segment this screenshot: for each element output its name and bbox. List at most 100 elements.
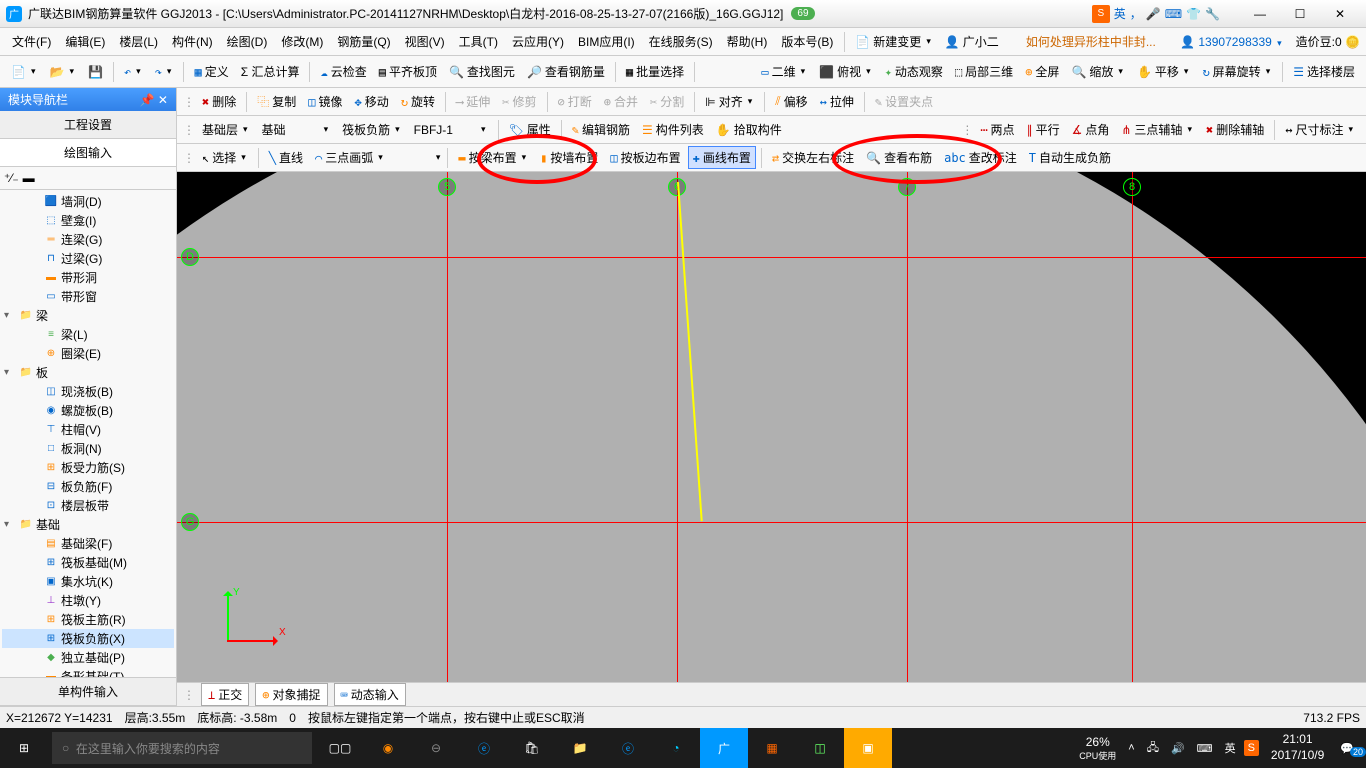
ime-logo-icon[interactable]: S [1092, 5, 1110, 23]
minimize-button[interactable]: — [1240, 2, 1280, 26]
tree-item-3[interactable]: ⊓过梁(G) [2, 249, 174, 268]
pin-icon[interactable]: 📌 ✕ [140, 93, 168, 107]
tree-item-5[interactable]: ▭带形窗 [2, 287, 174, 306]
three-axis-button[interactable]: ⋔三点辅轴▾ [1116, 118, 1199, 141]
tree-item-17[interactable]: ▾📁基础 [2, 515, 174, 534]
delete-axis-button[interactable]: ✖删除辅轴 [1201, 118, 1269, 141]
tab-single-component[interactable]: 单构件输入 [0, 678, 176, 706]
subcategory-select[interactable]: 筏板负筋 ▾ [337, 118, 407, 141]
properties-button[interactable]: 🏷属性 [504, 118, 556, 141]
menu-help[interactable]: 帮助(H) [721, 30, 774, 53]
owner-button[interactable]: 👤广小二 [940, 30, 1004, 53]
tree-item-20[interactable]: ▣集水坑(K) [2, 572, 174, 591]
volume-icon[interactable]: 🔊 [1167, 742, 1189, 755]
undo-button[interactable]: ↶▾ [119, 62, 148, 82]
app3-icon[interactable]: ◔ [652, 728, 700, 768]
find-element-button[interactable]: 🔍查找图元 [444, 60, 520, 83]
dynamic-view-button[interactable]: ✦动态观察 [880, 60, 948, 83]
store-icon[interactable]: 🛍 [508, 728, 556, 768]
app6-icon[interactable]: ▣ [844, 728, 892, 768]
menu-edit[interactable]: 编辑(E) [59, 30, 111, 53]
extend-button[interactable]: ⟶延伸 [451, 90, 495, 113]
tree-item-18[interactable]: ▤基础梁(F) [2, 534, 174, 553]
mic-icon[interactable]: 🎤 [1146, 7, 1161, 21]
user-button[interactable]: 👤 13907298339 ▾ [1180, 35, 1284, 49]
notifications-icon[interactable]: 💬20 [1336, 742, 1358, 755]
by-edge-button[interactable]: ◫按板边布置 [605, 146, 685, 169]
offset-button[interactable]: ⫽偏移 [770, 90, 812, 113]
set-grip-button[interactable]: ✎设置夹点 [870, 90, 938, 113]
menu-cloud[interactable]: 云应用(Y) [506, 30, 570, 53]
dimension-button[interactable]: ↔尺寸标注▾ [1280, 118, 1360, 141]
menu-bim[interactable]: BIM应用(I) [572, 30, 641, 53]
tree-item-23[interactable]: ⊞筏板负筋(X) [2, 629, 174, 648]
view-2d-button[interactable]: ▭二维▾ [756, 60, 812, 83]
select-floor-button[interactable]: ☰选择楼层 [1288, 60, 1360, 83]
tab-project-settings[interactable]: 工程设置 [0, 111, 176, 139]
merge-button[interactable]: ⊕合并 [599, 90, 643, 113]
by-wall-button[interactable]: ▮按墙布置 [535, 146, 603, 169]
kbd-icon[interactable]: ⌨ [1165, 7, 1182, 21]
cpu-meter[interactable]: 26% CPU使用 [1075, 735, 1120, 762]
new-change-button[interactable]: 📄新建变更▾ [850, 30, 938, 53]
tab-draw-input[interactable]: 绘图输入 [0, 139, 176, 167]
menu-floor[interactable]: 楼层(L) [113, 30, 164, 53]
ime-tray[interactable]: 英 [1221, 740, 1240, 756]
top-view-button[interactable]: ⬛俯视▾ [814, 60, 878, 83]
tree-item-1[interactable]: ⬚壁龛(I) [2, 211, 174, 230]
tree-item-8[interactable]: ⊕圈梁(E) [2, 344, 174, 363]
app5-icon[interactable]: ◫ [796, 728, 844, 768]
glodon-app-icon[interactable]: 广 [700, 728, 748, 768]
tree-item-16[interactable]: ⊡楼层板带 [2, 496, 174, 515]
tree-item-10[interactable]: ◫现浇板(B) [2, 382, 174, 401]
ime-comma-icon[interactable]: ， [1130, 5, 1142, 22]
view-rebar-button[interactable]: 🔎查看钢筋量 [522, 60, 610, 83]
add-icon[interactable]: ⁺⁄₋ [4, 171, 19, 185]
draw-line-layout-button[interactable]: ✚画线布置 [688, 146, 756, 169]
edit-rebar-button[interactable]: ✎编辑钢筋 [567, 118, 635, 141]
pan-button[interactable]: ✋平移▾ [1132, 60, 1196, 83]
tree-item-12[interactable]: ⊤柱帽(V) [2, 420, 174, 439]
clock[interactable]: 21:01 2017/10/9 [1263, 732, 1332, 763]
by-beam-button[interactable]: ▬按梁布置▾ [453, 146, 533, 169]
parallel-button[interactable]: ∥平行 [1022, 118, 1065, 141]
edit-dimension-button[interactable]: abc查改标注 [939, 146, 1022, 169]
delete-button[interactable]: ✖删除 [197, 90, 241, 113]
skin-icon[interactable]: 👕 [1186, 7, 1201, 21]
menu-draw[interactable]: 绘图(D) [221, 30, 274, 53]
new-file-button[interactable]: 📄▾ [6, 62, 42, 82]
floor-select[interactable]: 基础层 ▾ [197, 118, 255, 141]
line-tool[interactable]: ╲直线 [264, 146, 308, 169]
align-button[interactable]: ⊫对齐▾ [700, 90, 759, 113]
cortana-search[interactable]: ○ 在这里输入你要搜索的内容 [52, 732, 312, 764]
component-list-button[interactable]: ☰构件列表 [637, 118, 709, 141]
cloud-check-button[interactable]: ☁云检查 [315, 60, 371, 83]
wrench-icon[interactable]: 🔧 [1205, 7, 1220, 21]
drawing-canvas[interactable]: 5 6 7 8 D G Y X [177, 172, 1366, 682]
menu-version[interactable]: 版本号(B) [775, 30, 839, 53]
tray-up-icon[interactable]: ˄ [1124, 742, 1138, 754]
pick-component-button[interactable]: ✋拾取构件 [711, 118, 787, 141]
sogou-tray-icon[interactable]: S [1244, 740, 1259, 756]
snap-toggle[interactable]: ⊕对象捕捉 [255, 683, 327, 706]
break-button[interactable]: ⊘打断 [553, 90, 597, 113]
tree-item-22[interactable]: ⊞筏板主筋(R) [2, 610, 174, 629]
copy-button[interactable]: ⿻复制 [252, 90, 301, 113]
app4-icon[interactable]: ▦ [748, 728, 796, 768]
maximize-button[interactable]: ☐ [1280, 2, 1320, 26]
mirror-button[interactable]: ◫镜像 [303, 90, 347, 113]
component-select[interactable]: FBFJ-1 ▾ [409, 120, 493, 140]
tree-item-2[interactable]: ═连梁(G) [2, 230, 174, 249]
explorer-icon[interactable]: 📁 [556, 728, 604, 768]
tree-item-4[interactable]: ▬带形洞 [2, 268, 174, 287]
define-button[interactable]: ▦定义 [189, 60, 233, 83]
collapse-icon[interactable]: ▬ [23, 171, 35, 185]
menu-online[interactable]: 在线服务(S) [643, 30, 719, 53]
two-point-button[interactable]: ⋯两点 [975, 118, 1019, 141]
redo-button[interactable]: ↷▾ [150, 62, 179, 82]
menu-component[interactable]: 构件(N) [166, 30, 219, 53]
tree-item-11[interactable]: ◉螺旋板(B) [2, 401, 174, 420]
sum-button[interactable]: Σ 汇总计算 [236, 60, 305, 83]
edge-icon[interactable]: ⓔ [460, 728, 508, 768]
zoom-button[interactable]: 🔍缩放▾ [1066, 60, 1130, 83]
